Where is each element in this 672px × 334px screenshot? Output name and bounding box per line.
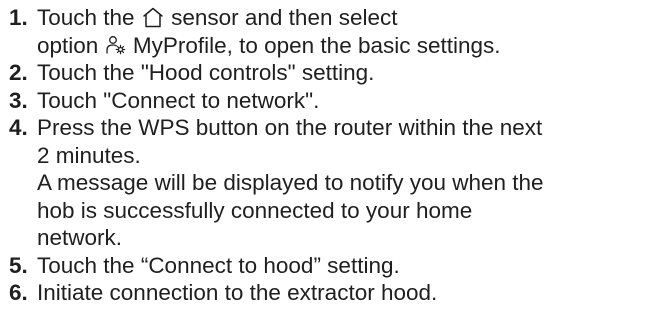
- step-result-line: network.: [37, 225, 123, 250]
- step-result-line: A message will be displayed to notify yo…: [37, 170, 544, 195]
- step-text: Touch the "Hood controls" setting.: [37, 60, 375, 85]
- step-5: 5. Touch the “Connect to hood” setting.: [9, 252, 672, 280]
- step-6: 6. Initiate connection to the extractor …: [9, 279, 672, 307]
- step-text-fragment: option: [37, 32, 99, 58]
- step-text: Touch "Connect to network".: [37, 87, 320, 113]
- step-2: 2. Touch the "Hood controls" setting.: [9, 59, 672, 87]
- step-text: Touch the sensor and then select option: [37, 4, 672, 59]
- step-text-fragment: sensor and then select: [171, 5, 398, 30]
- myprofile-icon: [105, 34, 127, 56]
- step-text: Touch the “Connect to hood” setting.: [37, 252, 400, 278]
- step-line: Press the WPS button on the router withi…: [37, 115, 543, 140]
- step-text: Press the WPS button on the router withi…: [37, 114, 672, 252]
- step-text-fragment: MyProfile, to open the basic settings.: [132, 32, 501, 58]
- step-number: 1.: [9, 5, 28, 30]
- step-number: 2.: [9, 60, 28, 85]
- step-line: option MyProfile, to open the basic sett…: [37, 32, 672, 60]
- step-3: 3. Touch "Connect to network".: [9, 87, 672, 115]
- step-number: 6.: [9, 280, 28, 305]
- step-number: 3.: [9, 87, 28, 113]
- step-result-line: hob is successfully connected to your ho…: [37, 197, 473, 223]
- step-1: 1. Touch the sensor and then select opti…: [9, 4, 672, 59]
- step-number: 4.: [9, 115, 28, 140]
- instruction-list: 1. Touch the sensor and then select opti…: [0, 0, 672, 307]
- step-line: Touch the sensor and then select: [37, 4, 672, 32]
- step-line: 2 minutes.: [37, 142, 141, 168]
- home-sensor-icon: [141, 6, 165, 28]
- step-4: 4. Press the WPS button on the router wi…: [9, 114, 672, 252]
- step-number: 5.: [9, 252, 28, 278]
- step-text-fragment: Touch the: [37, 5, 135, 30]
- step-text: Initiate connection to the extractor hoo…: [37, 280, 438, 305]
